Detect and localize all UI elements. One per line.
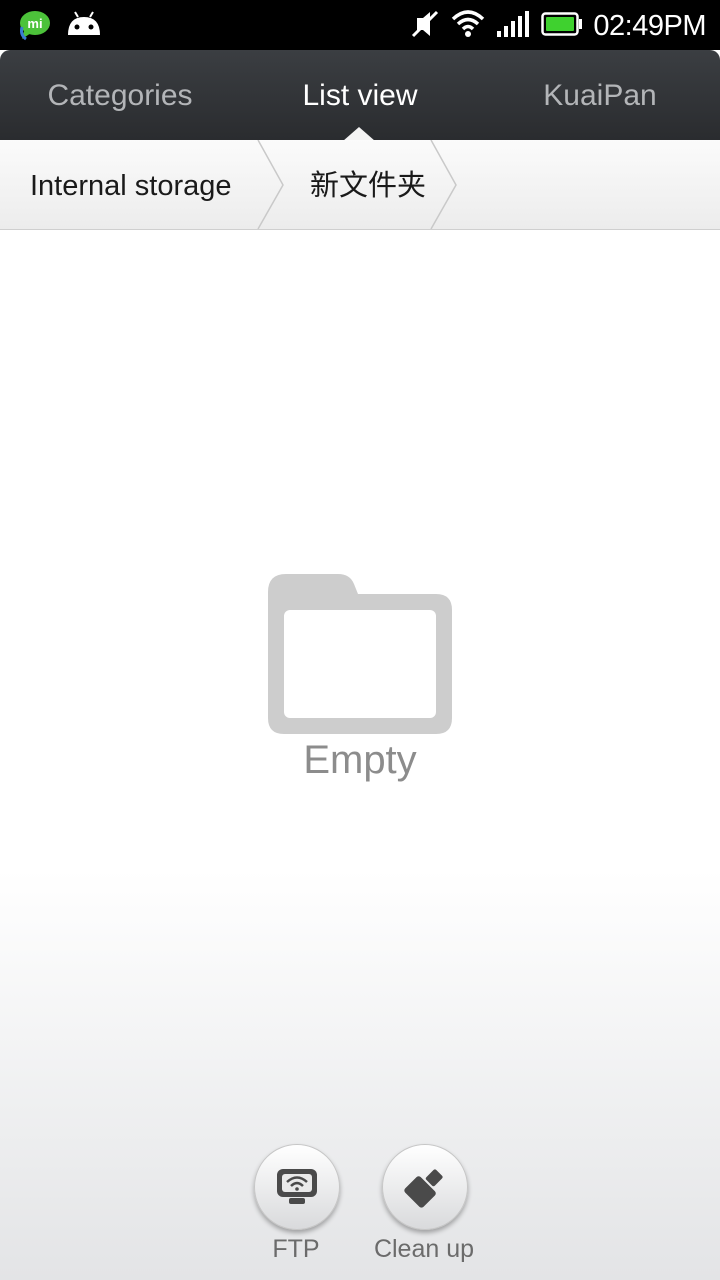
breadcrumb: Internal storage 新文件夹 xyxy=(0,140,720,230)
tab-kuaipan[interactable]: KuaiPan xyxy=(480,50,720,140)
active-tab-indicator xyxy=(343,127,375,141)
tab-categories[interactable]: Categories xyxy=(0,50,240,140)
empty-label: Empty xyxy=(303,738,417,782)
wifi-icon xyxy=(451,9,485,44)
status-time: 02:49PM xyxy=(593,10,706,42)
battery-icon xyxy=(541,11,583,42)
mute-icon xyxy=(407,8,441,45)
android-icon xyxy=(66,9,102,46)
breadcrumb-separator-icon xyxy=(257,140,284,229)
status-bar: mi 02:49PM xyxy=(0,0,720,50)
breadcrumb-new-folder[interactable]: 新文件夹 xyxy=(310,140,426,229)
breadcrumb-internal-storage[interactable]: Internal storage xyxy=(30,140,232,229)
signal-icon xyxy=(495,9,531,44)
tab-bar: Categories List view KuaiPan xyxy=(0,50,720,141)
mi-talk-icon: mi xyxy=(18,9,52,46)
ftp-button[interactable] xyxy=(254,1144,340,1230)
clean-up-button[interactable] xyxy=(382,1144,468,1230)
ftp-monitor-icon xyxy=(277,1169,317,1204)
clean-up-label: Clean up xyxy=(373,1235,475,1263)
breadcrumb-separator-icon xyxy=(430,140,457,229)
svg-text:mi: mi xyxy=(27,16,42,31)
broom-icon xyxy=(404,1169,443,1208)
folder-icon xyxy=(268,574,452,734)
file-list-area: Empty xyxy=(0,230,720,1280)
